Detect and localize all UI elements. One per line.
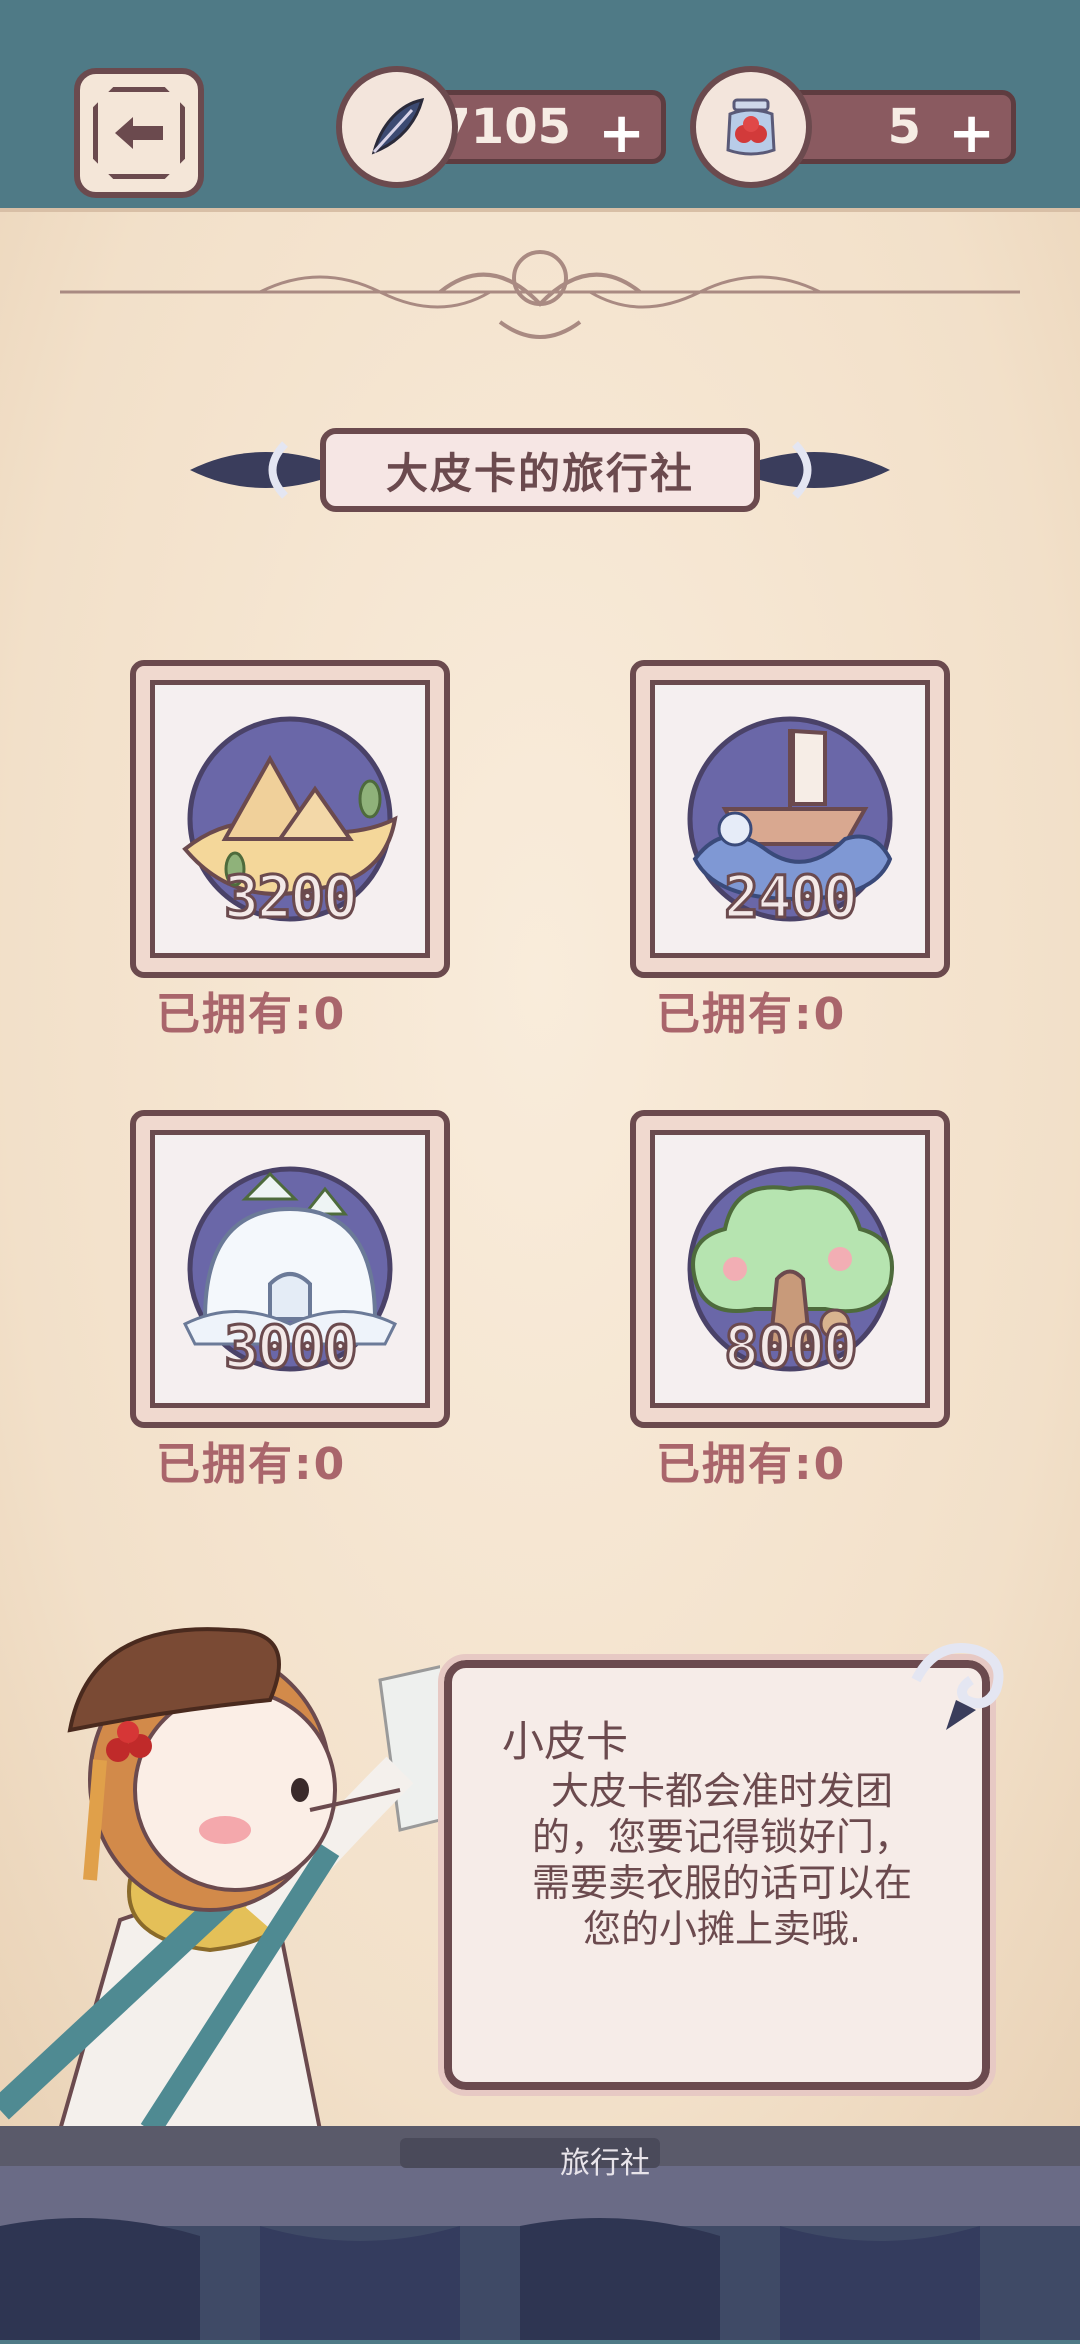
jar-amount: 5 [887, 99, 921, 155]
jar-add-button[interactable]: + [948, 101, 995, 166]
dialog-text: 大皮卡都会准时发团的，您要记得锁好门，需要卖衣服的话可以在您的小摊上卖哦. [532, 1769, 913, 1951]
tour-price: 3200 [223, 862, 360, 933]
cave-background-icon [0, 2126, 1080, 2340]
feather-amount-pill: 7105 + [426, 90, 666, 166]
tour-card-desert[interactable]: 3200 [130, 660, 450, 978]
dialog-box[interactable]: 小皮卡 大皮卡都会准时发团的，您要记得锁好门，需要卖衣服的话可以在您的小摊上卖哦… [438, 1643, 1004, 2096]
tour-card-forest[interactable]: 8000 [630, 1110, 950, 1428]
tour-card-inner: 3200 [150, 680, 430, 958]
tour-card-sea[interactable]: 2400 [630, 660, 950, 978]
tour-card-snow[interactable]: 3000 [130, 1110, 450, 1428]
title-banner: 大皮卡的旅行社 [190, 420, 890, 520]
back-arrow-icon [93, 87, 185, 179]
dialog-scroll-ornament-icon [911, 1643, 1004, 1730]
owned-count: 已拥有:0 [656, 1439, 847, 1490]
owned-count: 已拥有:0 [656, 989, 847, 1040]
page-title: 大皮卡的旅行社 [320, 428, 760, 512]
stall-label: 旅行社 [560, 2146, 650, 2181]
tour-price: 3000 [223, 1312, 360, 1383]
tour-card-inner: 2400 [650, 680, 930, 958]
owned-count: 已拥有:0 [156, 1439, 347, 1490]
pika-character-icon [0, 1627, 440, 2130]
ornament-icon [60, 250, 1020, 339]
back-button[interactable] [74, 68, 204, 198]
feather-currency: 7105 + [336, 66, 666, 188]
feather-add-button[interactable]: + [598, 101, 645, 166]
feather-icon [336, 66, 458, 188]
owned-count: 已拥有:0 [156, 989, 347, 1040]
tour-price: 8000 [723, 1312, 860, 1383]
tour-card-inner: 3000 [150, 1130, 430, 1408]
tour-price: 2400 [723, 862, 860, 933]
jar-currency: 5 + [690, 66, 1016, 188]
dialog-speaker: 小皮卡 [502, 1717, 629, 1766]
jar-amount-pill: 5 + [780, 90, 1016, 166]
berry-jar-icon [690, 66, 812, 188]
tour-card-inner: 8000 [650, 1130, 930, 1408]
bottom-scene [0, 2126, 1080, 2340]
